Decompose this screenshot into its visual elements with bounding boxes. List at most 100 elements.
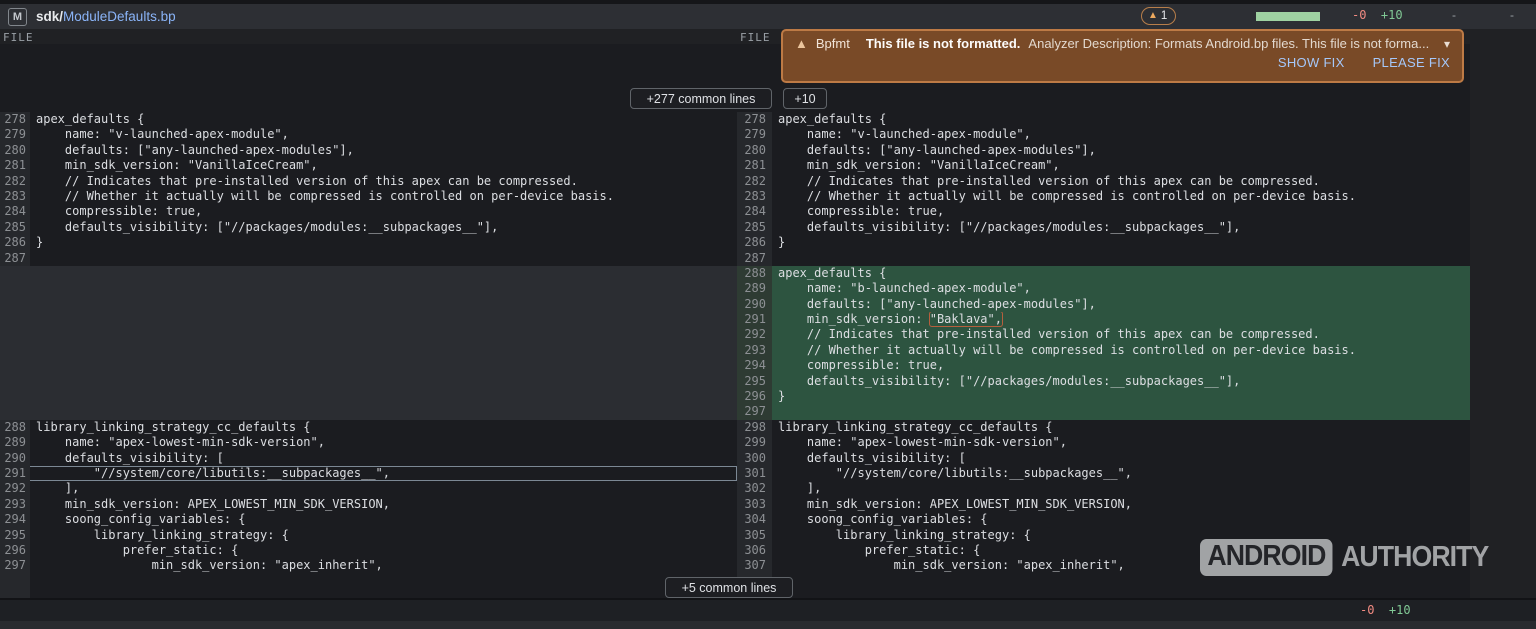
code-text[interactable]: defaults: ["any-launched-apex-modules"], [30,143,737,158]
line-number[interactable]: 281 [737,158,772,173]
line-number[interactable]: 293 [737,343,772,358]
code-text[interactable]: // Indicates that pre-installed version … [772,327,1470,342]
line-number[interactable]: 285 [0,220,30,235]
line-number[interactable]: 296 [0,543,30,558]
diff-line[interactable]: 300 defaults_visibility: [ [737,451,1470,466]
code-text[interactable]: defaults_visibility: ["//packages/module… [772,220,1470,235]
show-fix-button[interactable]: SHOW FIX [1278,55,1345,70]
diff-line[interactable]: 281 min_sdk_version: "VanillaIceCream", [0,158,737,173]
code-text[interactable]: // Whether it actually will be compresse… [772,189,1470,204]
line-number[interactable]: 280 [737,143,772,158]
diff-line[interactable]: 281 min_sdk_version: "VanillaIceCream", [737,158,1470,173]
code-text[interactable]: defaults: ["any-launched-apex-modules"], [772,297,1470,312]
diff-line[interactable]: 299 name: "apex-lowest-min-sdk-version", [737,435,1470,450]
line-number[interactable]: 288 [0,420,30,435]
diff-line[interactable]: 287 [737,251,1470,266]
diff-line[interactable]: 278apex_defaults { [0,112,737,127]
warnings-count-pill[interactable]: ▲1 [1141,7,1176,25]
line-number[interactable]: 295 [737,374,772,389]
code-text[interactable]: compressible: true, [30,204,737,219]
line-number[interactable]: 297 [737,404,772,419]
line-number[interactable]: 291 [0,466,30,481]
line-number[interactable]: 302 [737,481,772,496]
code-text[interactable]: defaults_visibility: [ [772,451,1470,466]
code-text[interactable]: ], [772,481,1470,496]
diff-line[interactable]: 291 "//system/core/libutils:__subpackage… [0,466,737,481]
code-text[interactable]: soong_config_variables: { [30,512,737,527]
code-text[interactable]: // Whether it actually will be compresse… [30,189,737,204]
please-fix-button[interactable]: PLEASE FIX [1373,55,1450,70]
diff-line[interactable]: 279 name: "v-launched-apex-module", [737,127,1470,142]
code-text[interactable]: apex_defaults { [772,266,1470,281]
line-number[interactable]: 278 [0,112,30,127]
line-number[interactable]: 287 [737,251,772,266]
code-text[interactable]: } [772,389,1470,404]
code-text[interactable]: library_linking_strategy: { [30,528,737,543]
line-number[interactable]: 291 [737,312,772,327]
diff-line[interactable]: 289 name: "b-launched-apex-module", [737,281,1470,296]
line-number[interactable]: 286 [737,235,772,250]
line-number[interactable]: 283 [0,189,30,204]
line-number[interactable]: 285 [737,220,772,235]
code-text[interactable]: apex_defaults { [772,112,1470,127]
code-text[interactable] [30,251,737,266]
code-text[interactable]: min_sdk_version: APEX_LOWEST_MIN_SDK_VER… [30,497,737,512]
code-text[interactable]: ], [30,481,737,496]
diff-line[interactable]: 301 "//system/core/libutils:__subpackage… [737,466,1470,481]
diff-line[interactable]: 283 // Whether it actually will be compr… [737,189,1470,204]
diff-line[interactable]: 298library_linking_strategy_cc_defaults … [737,420,1470,435]
code-text[interactable]: name: "apex-lowest-min-sdk-version", [30,435,737,450]
code-text[interactable]: compressible: true, [772,358,1470,373]
line-number[interactable]: 301 [737,466,772,481]
code-text[interactable]: name: "apex-lowest-min-sdk-version", [772,435,1470,450]
line-number[interactable]: 299 [737,435,772,450]
diff-line[interactable]: 296} [737,389,1470,404]
diff-line[interactable]: 284 compressible: true, [0,204,737,219]
code-text[interactable]: min_sdk_version: "Baklava", [772,312,1470,327]
code-text[interactable]: defaults_visibility: [ [30,451,737,466]
line-number[interactable]: 279 [737,127,772,142]
line-number[interactable]: 286 [0,235,30,250]
diff-line[interactable]: 288apex_defaults { [737,266,1470,281]
line-number[interactable]: 288 [737,266,772,281]
line-number[interactable]: 278 [737,112,772,127]
code-text[interactable]: "//system/core/libutils:__subpackages__"… [772,466,1470,481]
line-number[interactable]: 284 [737,204,772,219]
diff-line[interactable]: 290 defaults_visibility: [ [0,451,737,466]
diff-line[interactable]: 282 // Indicates that pre-installed vers… [737,174,1470,189]
file-path-link[interactable]: sdk/ModuleDefaults.bp [36,9,176,24]
expand-common-lines-bottom-button[interactable]: +5 common lines [665,577,793,598]
line-number[interactable]: 292 [0,481,30,496]
code-text[interactable]: // Indicates that pre-installed version … [772,174,1470,189]
diff-line[interactable]: 293 min_sdk_version: APEX_LOWEST_MIN_SDK… [0,497,737,512]
code-text[interactable] [772,251,1470,266]
diff-line[interactable]: 290 defaults: ["any-launched-apex-module… [737,297,1470,312]
code-text[interactable]: apex_defaults { [30,112,737,127]
diff-line[interactable]: 279 name: "v-launched-apex-module", [0,127,737,142]
line-number[interactable]: 292 [737,327,772,342]
line-number[interactable]: 306 [737,543,772,558]
code-text[interactable]: defaults_visibility: ["//packages/module… [772,374,1470,389]
code-text[interactable]: soong_config_variables: { [772,512,1470,527]
chevron-down-icon[interactable]: ▾ [1444,37,1450,51]
code-text[interactable]: defaults_visibility: ["//packages/module… [30,220,737,235]
line-number[interactable]: 284 [0,204,30,219]
diff-line[interactable]: 278apex_defaults { [737,112,1470,127]
line-number[interactable]: 296 [737,389,772,404]
diff-line[interactable]: 294 soong_config_variables: { [0,512,737,527]
diff-line[interactable]: 303 min_sdk_version: APEX_LOWEST_MIN_SDK… [737,497,1470,512]
code-text[interactable]: min_sdk_version: "apex_inherit", [30,558,737,573]
diff-line[interactable]: 284 compressible: true, [737,204,1470,219]
diff-line[interactable]: 294 compressible: true, [737,358,1470,373]
line-number[interactable]: 280 [0,143,30,158]
expand-common-lines-top-button[interactable]: +277 common lines [630,88,772,109]
line-number[interactable]: 290 [737,297,772,312]
diff-line[interactable]: 289 name: "apex-lowest-min-sdk-version", [0,435,737,450]
diff-line[interactable]: 285 defaults_visibility: ["//packages/mo… [737,220,1470,235]
diff-line[interactable]: 292 // Indicates that pre-installed vers… [737,327,1470,342]
code-text[interactable]: // Indicates that pre-installed version … [30,174,737,189]
code-text[interactable]: name: "v-launched-apex-module", [30,127,737,142]
diff-line[interactable]: 293 // Whether it actually will be compr… [737,343,1470,358]
line-number[interactable]: 305 [737,528,772,543]
line-number[interactable]: 293 [0,497,30,512]
